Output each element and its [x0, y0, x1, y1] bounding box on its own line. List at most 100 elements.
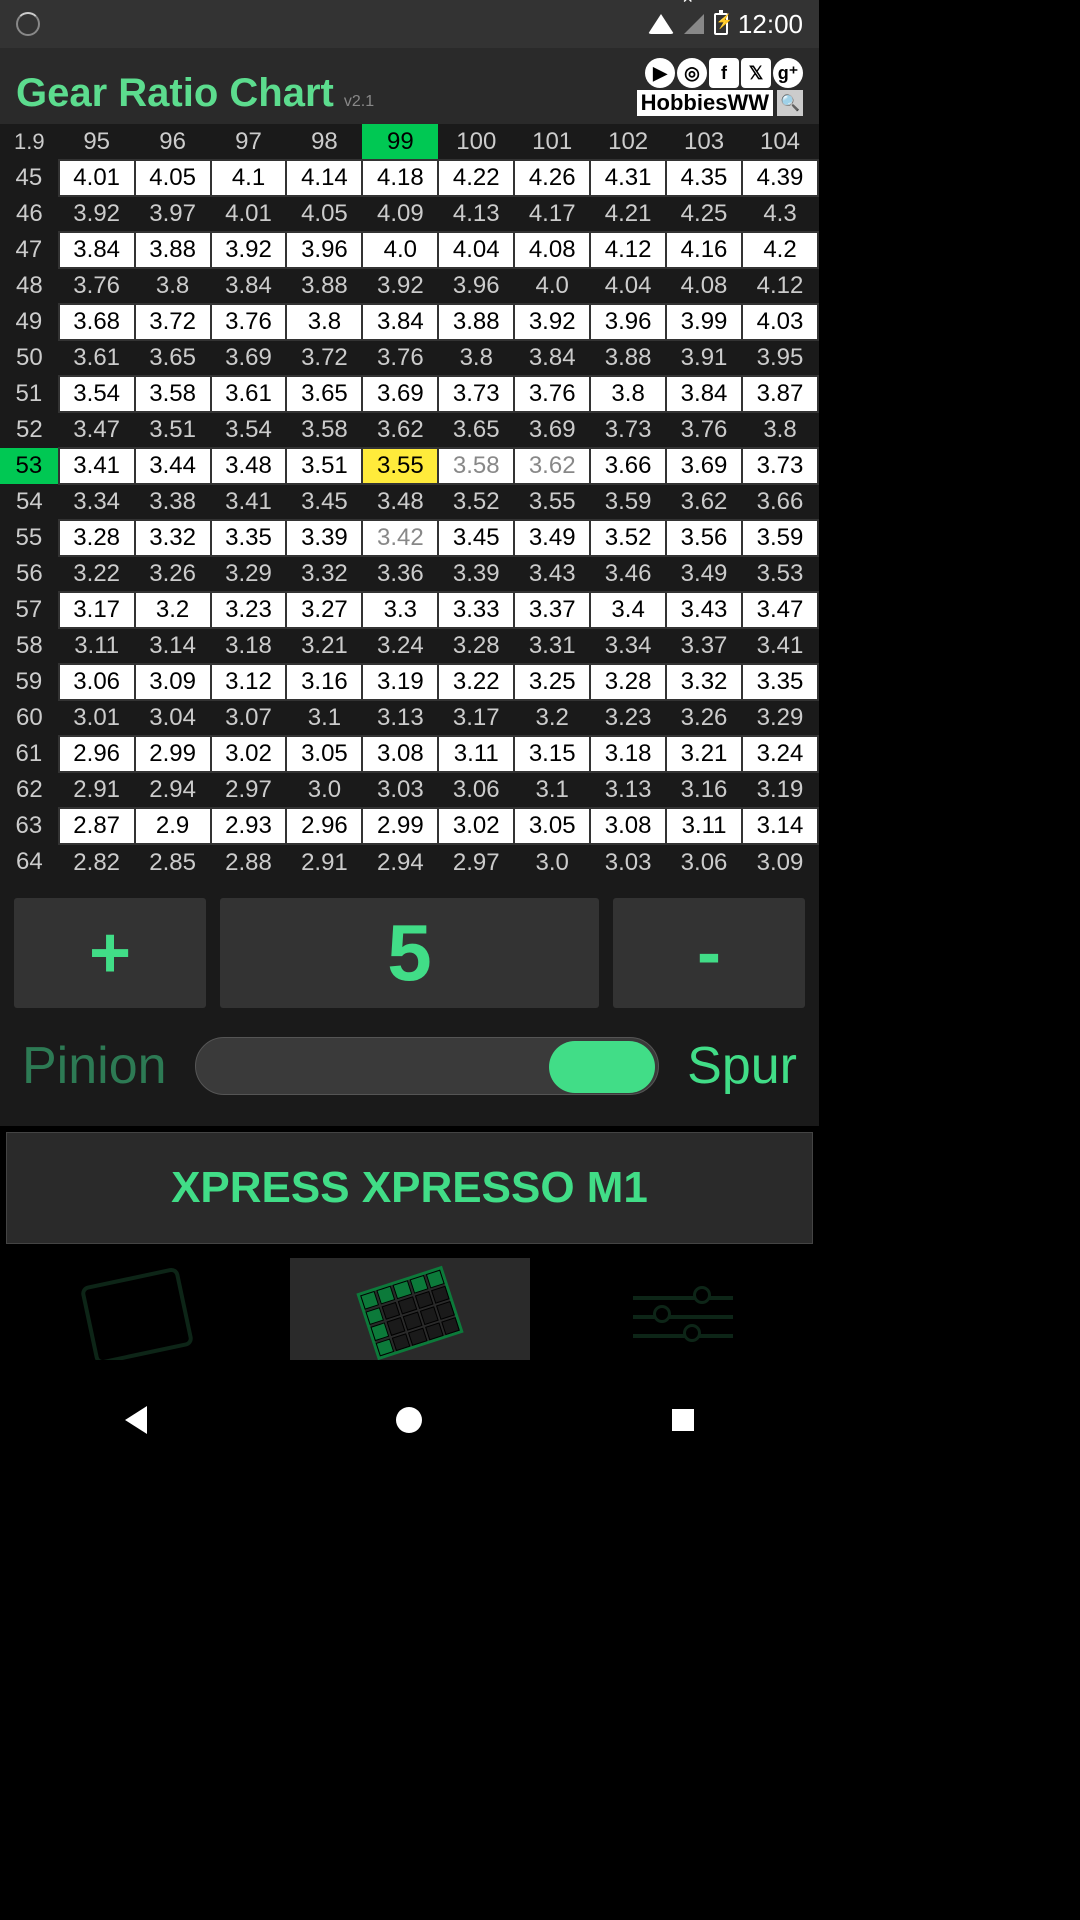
ratio-cell[interactable]: 3.11 [59, 628, 135, 664]
recent-button[interactable] [672, 1409, 694, 1431]
ratio-cell[interactable]: 3.76 [211, 304, 287, 340]
ratio-cell[interactable]: 3.49 [666, 556, 742, 592]
ratio-cell[interactable]: 3.42 [362, 520, 438, 556]
settings-tile[interactable] [563, 1258, 803, 1360]
spur-label[interactable]: Spur [687, 1036, 797, 1096]
ratio-cell[interactable]: 3.17 [438, 700, 514, 736]
ratio-cell[interactable]: 4.39 [742, 160, 818, 196]
instagram-icon[interactable]: ◎ [677, 58, 707, 88]
ratio-cell[interactable]: 3.84 [59, 232, 135, 268]
ratio-cell[interactable]: 3.48 [362, 484, 438, 520]
ratio-cell[interactable]: 2.94 [135, 772, 211, 808]
calculator-tile[interactable] [17, 1258, 257, 1360]
ratio-cell[interactable]: 3.43 [666, 592, 742, 628]
ratio-cell[interactable]: 3.92 [211, 232, 287, 268]
ratio-cell[interactable]: 3.19 [362, 664, 438, 700]
ratio-cell[interactable]: 3.8 [286, 304, 362, 340]
row-header[interactable]: 55 [0, 520, 59, 556]
ratio-cell[interactable]: 4.05 [286, 196, 362, 232]
ratio-cell[interactable]: 3.18 [590, 736, 666, 772]
col-header[interactable]: 99 [362, 124, 438, 160]
ratio-cell[interactable]: 3.76 [362, 340, 438, 376]
ratio-cell[interactable]: 3.52 [438, 484, 514, 520]
ratio-cell[interactable]: 2.91 [286, 844, 362, 880]
ratio-cell[interactable]: 4.01 [211, 196, 287, 232]
ratio-cell[interactable]: 4.01 [59, 160, 135, 196]
ratio-cell[interactable]: 3.29 [211, 556, 287, 592]
ratio-cell[interactable]: 3.59 [590, 484, 666, 520]
col-header[interactable]: 103 [666, 124, 742, 160]
row-header[interactable]: 47 [0, 232, 59, 268]
ratio-cell[interactable]: 3.66 [742, 484, 818, 520]
ratio-cell[interactable]: 4.04 [590, 268, 666, 304]
ratio-cell[interactable]: 4.17 [514, 196, 590, 232]
ratio-cell[interactable]: 3.62 [666, 484, 742, 520]
ratio-cell[interactable]: 4.12 [742, 268, 818, 304]
ratio-cell[interactable]: 2.96 [286, 808, 362, 844]
ratio-cell[interactable]: 3.27 [286, 592, 362, 628]
ratio-cell[interactable]: 3.3 [362, 592, 438, 628]
ratio-cell[interactable]: 3.04 [135, 700, 211, 736]
row-header[interactable]: 56 [0, 556, 59, 592]
row-header[interactable]: 58 [0, 628, 59, 664]
pinion-spur-toggle[interactable] [195, 1037, 660, 1095]
ratio-cell[interactable]: 3.65 [135, 340, 211, 376]
ratio-cell[interactable]: 3.87 [742, 376, 818, 412]
ratio-cell[interactable]: 3.43 [514, 556, 590, 592]
col-header[interactable]: 95 [59, 124, 135, 160]
ratio-cell[interactable]: 3.88 [135, 232, 211, 268]
ratio-cell[interactable]: 4.22 [438, 160, 514, 196]
ratio-cell[interactable]: 4.05 [135, 160, 211, 196]
ratio-cell[interactable]: 3.51 [286, 448, 362, 484]
ratio-cell[interactable]: 3.88 [286, 268, 362, 304]
ratio-cell[interactable]: 3.47 [59, 412, 135, 448]
ratio-cell[interactable]: 3.02 [211, 736, 287, 772]
row-header[interactable]: 59 [0, 664, 59, 700]
ratio-cell[interactable]: 3.68 [59, 304, 135, 340]
ratio-cell[interactable]: 3.96 [438, 268, 514, 304]
ratio-cell[interactable]: 2.9 [135, 808, 211, 844]
col-header[interactable]: 100 [438, 124, 514, 160]
ratio-cell[interactable]: 3.37 [666, 628, 742, 664]
ratio-cell[interactable]: 3.41 [59, 448, 135, 484]
ratio-cell[interactable]: 3.48 [211, 448, 287, 484]
ratio-cell[interactable]: 3.95 [742, 340, 818, 376]
ratio-cell[interactable]: 3.84 [666, 376, 742, 412]
ratio-cell[interactable]: 3.19 [742, 772, 818, 808]
ratio-cell[interactable]: 4.3 [742, 196, 818, 232]
ratio-cell[interactable]: 3.73 [590, 412, 666, 448]
ratio-cell[interactable]: 3.25 [514, 664, 590, 700]
ratio-cell[interactable]: 4.12 [590, 232, 666, 268]
ratio-cell[interactable]: 3.47 [742, 592, 818, 628]
ratio-cell[interactable]: 3.97 [135, 196, 211, 232]
ratio-cell[interactable]: 3.51 [135, 412, 211, 448]
ratio-cell[interactable]: 3.2 [514, 700, 590, 736]
row-header[interactable]: 64 [0, 844, 59, 880]
ratio-cell[interactable]: 3.76 [59, 268, 135, 304]
ratio-cell[interactable]: 3.03 [590, 844, 666, 880]
youtube-icon[interactable]: ▶ [645, 58, 675, 88]
ratio-cell[interactable]: 3.01 [59, 700, 135, 736]
row-header[interactable]: 54 [0, 484, 59, 520]
slider-thumb[interactable] [549, 1041, 655, 1093]
ratio-cell[interactable]: 3.23 [590, 700, 666, 736]
ratio-cell[interactable]: 3.69 [514, 412, 590, 448]
ratio-cell[interactable]: 3.05 [514, 808, 590, 844]
ratio-cell[interactable]: 3.41 [742, 628, 818, 664]
ratio-cell[interactable]: 3.73 [438, 376, 514, 412]
row-header[interactable]: 49 [0, 304, 59, 340]
ratio-cell[interactable]: 3.54 [211, 412, 287, 448]
ratio-cell[interactable]: 4.0 [514, 268, 590, 304]
ratio-cell[interactable]: 3.62 [362, 412, 438, 448]
ratio-cell[interactable]: 2.88 [211, 844, 287, 880]
ratio-cell[interactable]: 3.8 [135, 268, 211, 304]
ratio-cell[interactable]: 3.33 [438, 592, 514, 628]
ratio-cell[interactable]: 3.69 [362, 376, 438, 412]
ratio-cell[interactable]: 3.44 [135, 448, 211, 484]
ratio-cell[interactable]: 3.65 [286, 376, 362, 412]
facebook-icon[interactable]: f [709, 58, 739, 88]
ratio-cell[interactable]: 2.85 [135, 844, 211, 880]
ratio-cell[interactable]: 2.99 [362, 808, 438, 844]
row-header[interactable]: 53 [0, 448, 59, 484]
ratio-cell[interactable]: 3.28 [59, 520, 135, 556]
